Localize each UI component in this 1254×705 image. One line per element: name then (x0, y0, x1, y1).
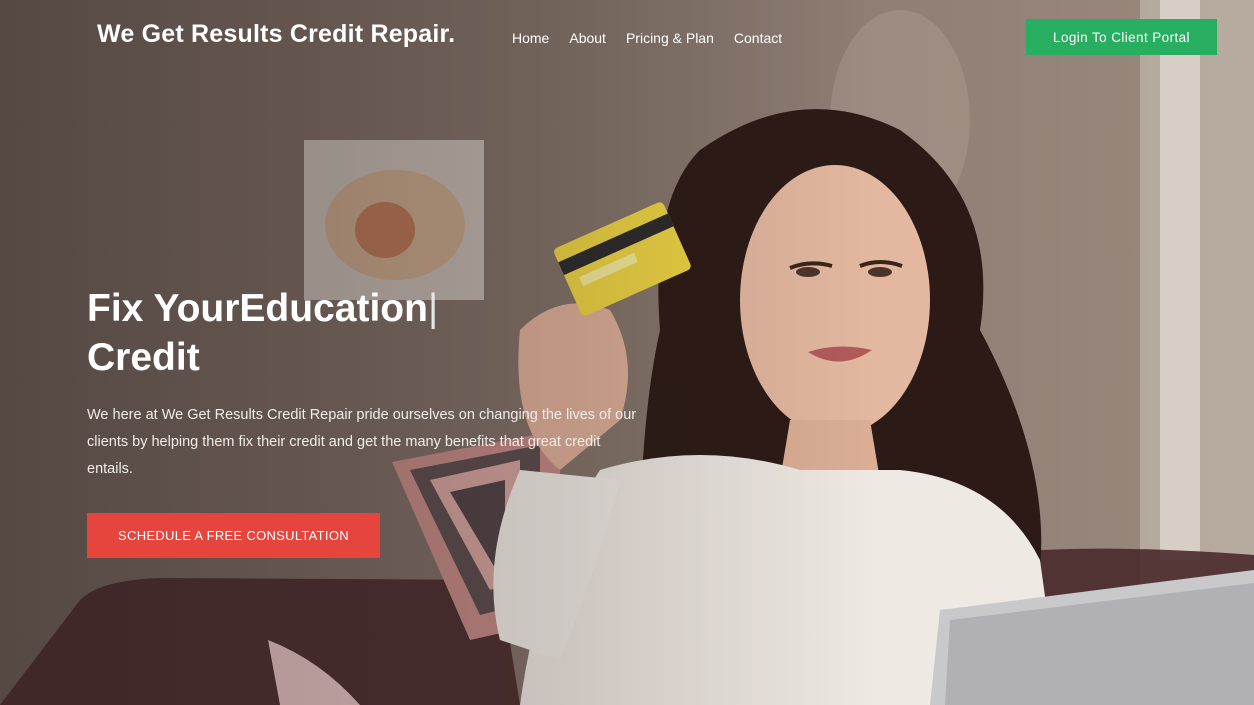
schedule-consultation-button[interactable]: SCHEDULE A FREE CONSULTATION (87, 513, 380, 558)
nav-item-home[interactable]: Home (512, 30, 549, 46)
headline-text-prefix: Fix Your (87, 287, 240, 330)
headline-typed-word: Education (239, 287, 428, 330)
nav-item-contact[interactable]: Contact (734, 30, 782, 46)
login-client-portal-button[interactable]: Login To Client Portal (1026, 19, 1217, 55)
headline-text-suffix: Credit (87, 336, 200, 379)
hero-description: We here at We Get Results Credit Repair … (87, 407, 637, 477)
nav-item-about[interactable]: About (569, 30, 606, 46)
brand-logo[interactable]: We Get Results Credit Repair. (97, 20, 455, 49)
typing-cursor: | (427, 287, 439, 330)
nav-item-pricing[interactable]: Pricing & Plan (626, 30, 714, 46)
hero-headline: Fix YourEducation| Credit (87, 284, 647, 382)
main-nav: Home About Pricing & Plan Contact (512, 30, 802, 46)
